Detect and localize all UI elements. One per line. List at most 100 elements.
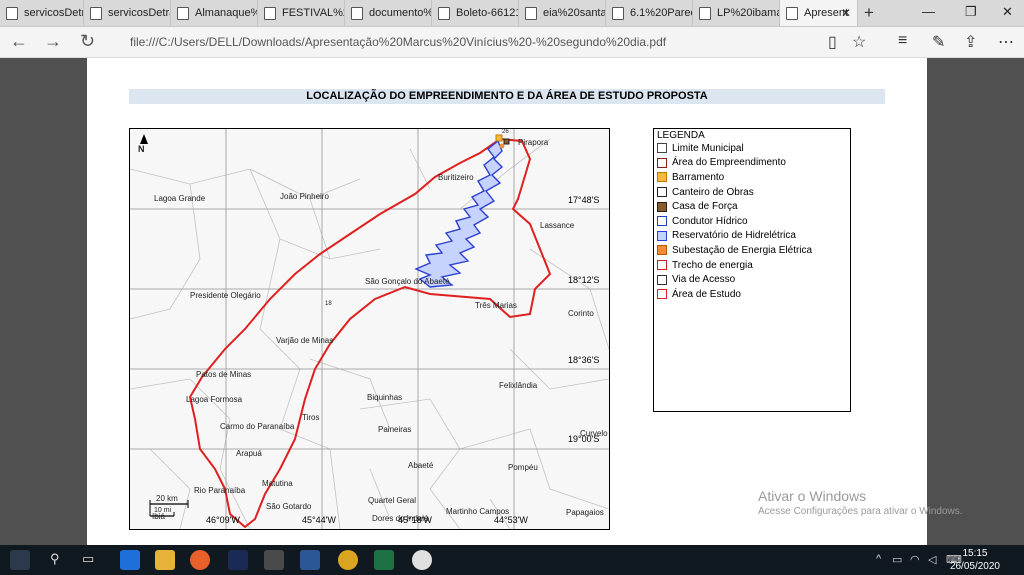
place-label: Pompéu <box>508 463 538 472</box>
tray-arrow-icon[interactable]: ^ <box>876 553 881 565</box>
tab-2[interactable]: servicosDetra <box>84 0 171 26</box>
task-view-icon[interactable]: ▭ <box>82 551 94 567</box>
legend-swatch <box>657 187 667 198</box>
photoshop-icon[interactable] <box>228 550 248 570</box>
place-label: Tiros <box>302 413 320 422</box>
legend-label: Canteiro de Obras <box>672 186 754 198</box>
tab-label: documento% <box>369 7 432 19</box>
search-icon[interactable]: ⚲ <box>50 551 60 567</box>
app-icon[interactable] <box>264 550 284 570</box>
place-label: Papagaios <box>566 508 604 517</box>
tab-9[interactable]: LP%20ibama. <box>693 0 780 26</box>
tab-label: eia%20santa% <box>543 7 606 19</box>
restore-icon[interactable]: ❐ <box>965 4 977 20</box>
map-heading: LOCALIZAÇÃO DO EMPREENDIMENTO E DA ÁREA … <box>129 89 885 104</box>
network-icon[interactable]: ◠ <box>910 553 920 566</box>
minimize-icon[interactable]: — <box>922 4 935 19</box>
close-tab-icon[interactable]: ✕ <box>841 6 851 20</box>
place-label: Três Marias <box>475 301 517 310</box>
legend-swatch <box>657 201 667 212</box>
place-label: Biquinhas <box>367 393 403 402</box>
web-note-icon[interactable]: ✎ <box>932 32 945 52</box>
place-label: Buritizeiro <box>438 173 474 182</box>
close-window-icon[interactable]: ✕ <box>1002 4 1013 20</box>
document-icon <box>264 6 276 20</box>
tab-active[interactable]: Apresent ✕ <box>780 0 858 26</box>
excel-icon[interactable] <box>374 550 394 570</box>
forward-icon[interactable]: → <box>44 31 62 52</box>
place-label: Corinto <box>568 309 594 318</box>
legend-label: Área do Empreendimento <box>672 157 786 169</box>
legend-label: Casa de Força <box>672 201 738 213</box>
latitude-label: 18°12'S <box>568 275 600 285</box>
place-label: Pirapora <box>518 138 549 147</box>
refresh-icon[interactable]: ↻ <box>80 31 95 52</box>
new-tab-icon[interactable]: + <box>864 3 874 23</box>
study-area-outline <box>188 137 552 529</box>
tab-7[interactable]: eia%20santa% <box>519 0 606 26</box>
legend-label: Via de Acesso <box>672 274 736 286</box>
legend-label: Barramento <box>672 171 725 183</box>
longitude-label: 44°53'W <box>494 515 528 525</box>
longitude-label: 45°18'W <box>398 515 432 525</box>
legend-item: Canteiro de Obras <box>657 185 850 200</box>
legend-swatch <box>657 230 667 241</box>
place-label: Matutina <box>262 479 293 488</box>
share-icon[interactable]: ⇪ <box>964 32 977 52</box>
battery-icon[interactable]: ▭ <box>892 553 902 566</box>
legend-item: Área do Empreendimento <box>657 156 850 171</box>
clock-time: 15:15 <box>962 548 988 559</box>
chrome-icon[interactable] <box>338 550 358 570</box>
document-icon <box>612 6 624 20</box>
tab-4[interactable]: FESTIVAL%20 <box>258 0 345 26</box>
edge-icon[interactable] <box>120 550 140 570</box>
legend-swatch <box>657 143 667 154</box>
place-label: Lassance <box>540 221 575 230</box>
address-bar: ← → ↻ file:///C:/Users/DELL/Downloads/Ap… <box>0 27 1024 58</box>
pdf-page: LOCALIZAÇÃO DO EMPREENDIMENTO E DA ÁREA … <box>87 58 963 545</box>
file-explorer-icon[interactable] <box>155 550 175 570</box>
north-label: N <box>138 144 145 154</box>
place-label: Paineiras <box>378 425 412 434</box>
place-label: São Gonçalo do Abaeté <box>365 277 450 286</box>
latitude-label: 17°48'S <box>568 195 600 205</box>
legend-label: Condutor Hídrico <box>672 215 748 227</box>
place-label: Presidente Olegário <box>190 291 261 300</box>
legend-label: Limite Municipal <box>672 142 744 154</box>
tab-3[interactable]: Almanaque% <box>171 0 258 26</box>
obs-icon[interactable] <box>412 550 432 570</box>
tab-1[interactable]: servicosDetra <box>0 0 84 26</box>
hub-icon[interactable]: ≡ <box>898 32 907 50</box>
tab-5[interactable]: documento% <box>345 0 432 26</box>
word-icon[interactable] <box>300 550 320 570</box>
tab-label: servicosDetra <box>108 7 171 19</box>
legend-swatch <box>657 172 667 183</box>
clock-date: 26/05/2020 <box>949 561 1000 572</box>
tab-8[interactable]: 6.1%20Parece <box>606 0 693 26</box>
map-legend: LEGENDA Limite Municipal Área do Empreen… <box>653 128 851 412</box>
place-label: Lagoa Formosa <box>186 395 243 404</box>
back-icon[interactable]: ← <box>10 31 28 52</box>
place-label: Lagoa Grande <box>154 194 206 203</box>
place-label: Varjão de Minas <box>276 336 334 345</box>
legend-label: Subestação de Energia Elétrica <box>672 244 813 256</box>
legend-item: Limite Municipal <box>657 141 850 156</box>
legend-item: Condutor Hídrico <box>657 214 850 229</box>
document-icon <box>525 6 537 20</box>
powerhouse-marker <box>503 138 510 145</box>
tab-6[interactable]: Boleto-66121( <box>432 0 519 26</box>
reading-view-icon[interactable]: ▯ <box>828 32 837 52</box>
more-icon[interactable]: ⋯ <box>998 32 1014 52</box>
favorite-icon[interactable]: ☆ <box>852 32 866 52</box>
place-label: São Gotardo <box>266 502 312 511</box>
latitude-label: 19°00'S <box>568 434 600 444</box>
clock[interactable]: 15:15 26/05/2020 <box>950 547 1000 573</box>
pdf-viewer[interactable]: LOCALIZAÇÃO DO EMPREENDIMENTO E DA ÁREA … <box>0 58 1024 545</box>
windows-start-icon[interactable] <box>10 550 30 570</box>
url-field[interactable]: file:///C:/Users/DELL/Downloads/Apresent… <box>130 35 666 49</box>
longitude-label: 45°44'W <box>302 515 336 525</box>
volume-icon[interactable]: ◁ <box>928 553 936 566</box>
firefox-icon[interactable] <box>190 550 210 570</box>
scale-km-label: 20 km <box>156 494 178 503</box>
tab-label: Boleto-66121( <box>456 7 519 19</box>
